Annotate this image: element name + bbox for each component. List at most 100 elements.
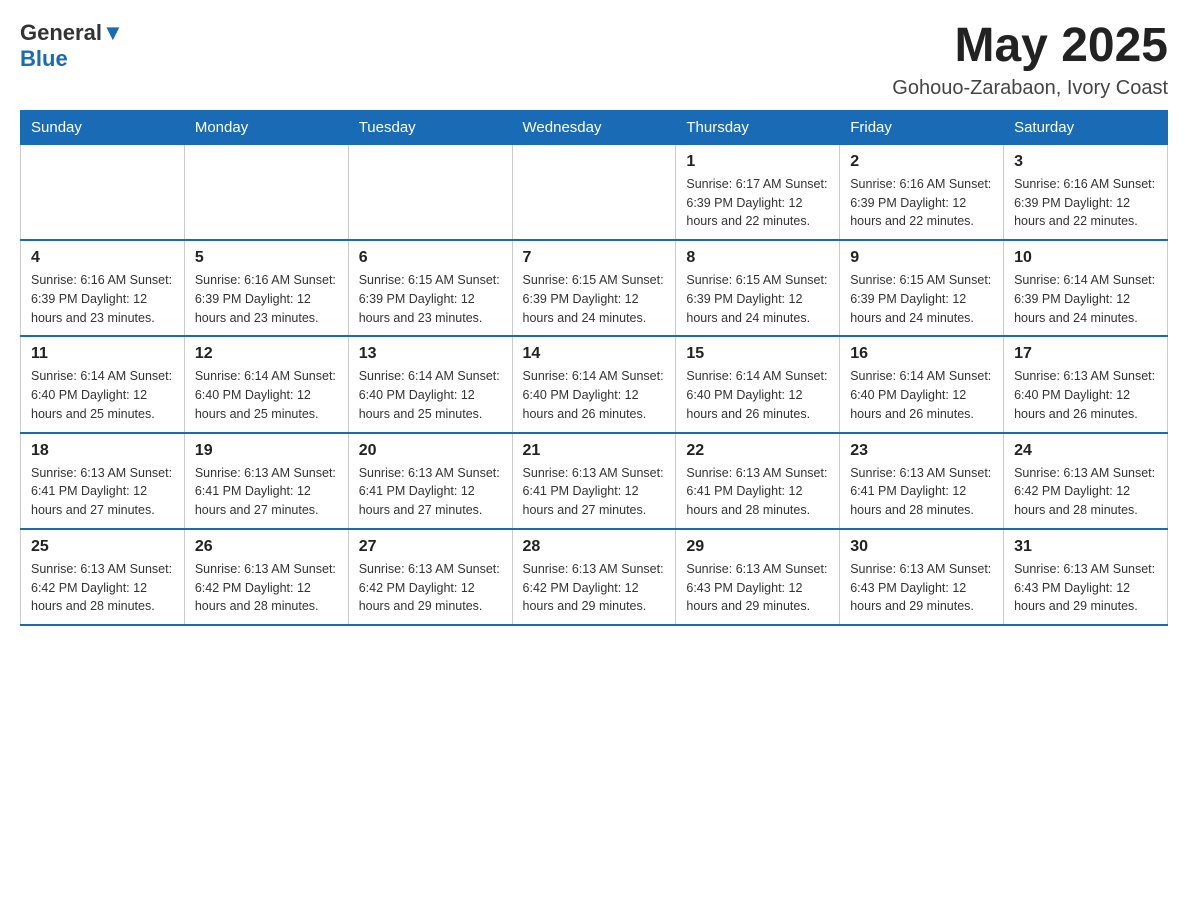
day-info: Sunrise: 6:16 AM Sunset: 6:39 PM Dayligh… bbox=[850, 175, 993, 231]
day-number: 6 bbox=[359, 249, 502, 267]
day-number: 23 bbox=[850, 442, 993, 460]
logo: General▼ Blue bbox=[20, 20, 124, 72]
day-info: Sunrise: 6:13 AM Sunset: 6:41 PM Dayligh… bbox=[850, 464, 993, 520]
day-info: Sunrise: 6:14 AM Sunset: 6:40 PM Dayligh… bbox=[850, 367, 993, 423]
day-info: Sunrise: 6:13 AM Sunset: 6:42 PM Dayligh… bbox=[1014, 464, 1157, 520]
day-number: 31 bbox=[1014, 538, 1157, 556]
calendar-week-3: 11 Sunrise: 6:14 AM Sunset: 6:40 PM Dayli… bbox=[21, 336, 1168, 432]
day-info: Sunrise: 6:13 AM Sunset: 6:41 PM Dayligh… bbox=[359, 464, 502, 520]
day-number: 17 bbox=[1014, 345, 1157, 363]
day-info: Sunrise: 6:13 AM Sunset: 6:42 PM Dayligh… bbox=[195, 560, 338, 616]
calendar-cell: 10Sunrise: 6:14 AM Sunset: 6:39 PM Dayli… bbox=[1004, 240, 1168, 336]
header-monday: Monday bbox=[184, 110, 348, 144]
day-number: 28 bbox=[523, 538, 666, 556]
day-number: 7 bbox=[523, 249, 666, 267]
day-number: 25 bbox=[31, 538, 174, 556]
calendar-cell: 22Sunrise: 6:13 AM Sunset: 6:41 PM Dayli… bbox=[676, 433, 840, 529]
header-saturday: Saturday bbox=[1004, 110, 1168, 144]
calendar-cell: 30 Sunrise: 6:13 AM Sunset: 6:43 PM Dayli… bbox=[840, 529, 1004, 625]
calendar-cell: 26 Sunrise: 6:13 AM Sunset: 6:42 PM Dayli… bbox=[184, 529, 348, 625]
calendar-cell: 16 Sunrise: 6:14 AM Sunset: 6:40 PM Dayli… bbox=[840, 336, 1004, 432]
calendar-cell: 28 Sunrise: 6:13 AM Sunset: 6:42 PM Dayli… bbox=[512, 529, 676, 625]
calendar-table: SundayMondayTuesdayWednesdayThursdayFrid… bbox=[20, 110, 1168, 626]
day-number: 18 bbox=[31, 442, 174, 460]
calendar-week-4: 18 Sunrise: 6:13 AM Sunset: 6:41 PM Dayli… bbox=[21, 433, 1168, 529]
day-number: 3 bbox=[1014, 153, 1157, 171]
calendar-cell: 15 Sunrise: 6:14 AM Sunset: 6:40 PM Dayli… bbox=[676, 336, 840, 432]
day-number: 22 bbox=[686, 442, 829, 460]
calendar-cell: 14Sunrise: 6:14 AM Sunset: 6:40 PM Dayli… bbox=[512, 336, 676, 432]
calendar-header: SundayMondayTuesdayWednesdayThursdayFrid… bbox=[21, 110, 1168, 144]
day-info: Sunrise: 6:13 AM Sunset: 6:41 PM Dayligh… bbox=[31, 464, 174, 520]
calendar-week-5: 25 Sunrise: 6:13 AM Sunset: 6:42 PM Dayli… bbox=[21, 529, 1168, 625]
day-info: Sunrise: 6:15 AM Sunset: 6:39 PM Dayligh… bbox=[686, 271, 829, 327]
day-number: 30 bbox=[850, 538, 993, 556]
calendar-cell: 20 Sunrise: 6:13 AM Sunset: 6:41 PM Dayli… bbox=[348, 433, 512, 529]
day-number: 24 bbox=[1014, 442, 1157, 460]
calendar-cell bbox=[512, 144, 676, 240]
calendar-header-row: SundayMondayTuesdayWednesdayThursdayFrid… bbox=[21, 110, 1168, 144]
day-number: 15 bbox=[686, 345, 829, 363]
day-number: 2 bbox=[850, 153, 993, 171]
calendar-cell: 27 Sunrise: 6:13 AM Sunset: 6:42 PM Dayli… bbox=[348, 529, 512, 625]
calendar-cell bbox=[21, 144, 185, 240]
calendar-cell: 9 Sunrise: 6:15 AM Sunset: 6:39 PM Daylig… bbox=[840, 240, 1004, 336]
day-number: 5 bbox=[195, 249, 338, 267]
logo-text-general: General bbox=[20, 20, 102, 45]
header-tuesday: Tuesday bbox=[348, 110, 512, 144]
day-info: Sunrise: 6:13 AM Sunset: 6:42 PM Dayligh… bbox=[31, 560, 174, 616]
calendar-cell: 23 Sunrise: 6:13 AM Sunset: 6:41 PM Dayli… bbox=[840, 433, 1004, 529]
day-info: Sunrise: 6:13 AM Sunset: 6:42 PM Dayligh… bbox=[523, 560, 666, 616]
day-number: 1 bbox=[686, 153, 829, 171]
calendar-cell: 7 Sunrise: 6:15 AM Sunset: 6:39 PM Daylig… bbox=[512, 240, 676, 336]
day-info: Sunrise: 6:13 AM Sunset: 6:41 PM Dayligh… bbox=[195, 464, 338, 520]
day-info: Sunrise: 6:13 AM Sunset: 6:41 PM Dayligh… bbox=[523, 464, 666, 520]
day-number: 16 bbox=[850, 345, 993, 363]
day-number: 20 bbox=[359, 442, 502, 460]
calendar-cell bbox=[348, 144, 512, 240]
day-number: 12 bbox=[195, 345, 338, 363]
day-number: 26 bbox=[195, 538, 338, 556]
day-info: Sunrise: 6:14 AM Sunset: 6:40 PM Dayligh… bbox=[523, 367, 666, 423]
month-year-title: May 2025 bbox=[892, 20, 1168, 73]
day-info: Sunrise: 6:13 AM Sunset: 6:43 PM Dayligh… bbox=[1014, 560, 1157, 616]
day-number: 27 bbox=[359, 538, 502, 556]
calendar-cell: 24 Sunrise: 6:13 AM Sunset: 6:42 PM Dayli… bbox=[1004, 433, 1168, 529]
title-block: May 2025 Gohouo-Zarabaon, Ivory Coast bbox=[892, 20, 1168, 100]
day-info: Sunrise: 6:13 AM Sunset: 6:40 PM Dayligh… bbox=[1014, 367, 1157, 423]
logo-triangle-icon: ▼ bbox=[102, 20, 124, 45]
calendar-cell: 2 Sunrise: 6:16 AM Sunset: 6:39 PM Daylig… bbox=[840, 144, 1004, 240]
day-info: Sunrise: 6:16 AM Sunset: 6:39 PM Dayligh… bbox=[1014, 175, 1157, 231]
calendar-week-2: 4Sunrise: 6:16 AM Sunset: 6:39 PM Daylig… bbox=[21, 240, 1168, 336]
header-sunday: Sunday bbox=[21, 110, 185, 144]
day-info: Sunrise: 6:13 AM Sunset: 6:42 PM Dayligh… bbox=[359, 560, 502, 616]
day-info: Sunrise: 6:15 AM Sunset: 6:39 PM Dayligh… bbox=[850, 271, 993, 327]
header-friday: Friday bbox=[840, 110, 1004, 144]
calendar-cell: 4Sunrise: 6:16 AM Sunset: 6:39 PM Daylig… bbox=[21, 240, 185, 336]
calendar-cell: 13Sunrise: 6:14 AM Sunset: 6:40 PM Dayli… bbox=[348, 336, 512, 432]
location-subtitle: Gohouo-Zarabaon, Ivory Coast bbox=[892, 77, 1168, 100]
calendar-cell: 25 Sunrise: 6:13 AM Sunset: 6:42 PM Dayli… bbox=[21, 529, 185, 625]
calendar-cell: 8Sunrise: 6:15 AM Sunset: 6:39 PM Daylig… bbox=[676, 240, 840, 336]
day-info: Sunrise: 6:14 AM Sunset: 6:39 PM Dayligh… bbox=[1014, 271, 1157, 327]
day-number: 19 bbox=[195, 442, 338, 460]
day-info: Sunrise: 6:16 AM Sunset: 6:39 PM Dayligh… bbox=[195, 271, 338, 327]
calendar-cell: 12 Sunrise: 6:14 AM Sunset: 6:40 PM Dayli… bbox=[184, 336, 348, 432]
calendar-cell: 21Sunrise: 6:13 AM Sunset: 6:41 PM Dayli… bbox=[512, 433, 676, 529]
day-info: Sunrise: 6:14 AM Sunset: 6:40 PM Dayligh… bbox=[686, 367, 829, 423]
day-number: 11 bbox=[31, 345, 174, 363]
header-thursday: Thursday bbox=[676, 110, 840, 144]
day-info: Sunrise: 6:14 AM Sunset: 6:40 PM Dayligh… bbox=[195, 367, 338, 423]
calendar-cell: 29Sunrise: 6:13 AM Sunset: 6:43 PM Dayli… bbox=[676, 529, 840, 625]
day-info: Sunrise: 6:13 AM Sunset: 6:43 PM Dayligh… bbox=[686, 560, 829, 616]
day-info: Sunrise: 6:14 AM Sunset: 6:40 PM Dayligh… bbox=[31, 367, 174, 423]
calendar-cell bbox=[184, 144, 348, 240]
day-info: Sunrise: 6:17 AM Sunset: 6:39 PM Dayligh… bbox=[686, 175, 829, 231]
day-info: Sunrise: 6:15 AM Sunset: 6:39 PM Dayligh… bbox=[523, 271, 666, 327]
calendar-cell: 31 Sunrise: 6:13 AM Sunset: 6:43 PM Dayli… bbox=[1004, 529, 1168, 625]
day-number: 9 bbox=[850, 249, 993, 267]
calendar-cell: 3 Sunrise: 6:16 AM Sunset: 6:39 PM Daylig… bbox=[1004, 144, 1168, 240]
day-info: Sunrise: 6:15 AM Sunset: 6:39 PM Dayligh… bbox=[359, 271, 502, 327]
day-info: Sunrise: 6:16 AM Sunset: 6:39 PM Dayligh… bbox=[31, 271, 174, 327]
day-info: Sunrise: 6:13 AM Sunset: 6:43 PM Dayligh… bbox=[850, 560, 993, 616]
